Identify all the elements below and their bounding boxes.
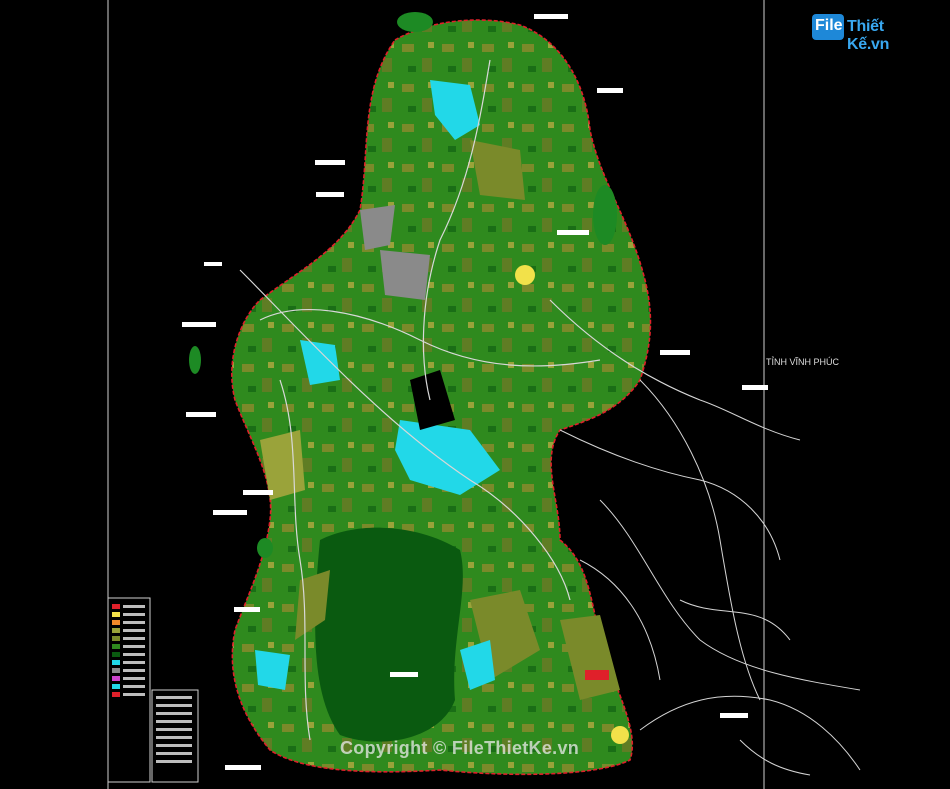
green-patch-sw [257, 538, 273, 558]
built-area-1 [360, 205, 395, 250]
green-patch-east [593, 185, 617, 245]
green-patch-west [189, 346, 201, 374]
urban-center-2 [611, 726, 629, 744]
filethietke-logo: File Thiết Kế.vn [812, 14, 922, 53]
urban-center-1 [515, 265, 535, 285]
legend-panel [107, 597, 199, 783]
province-label: TỈNH VĨNH PHÚC [766, 357, 840, 367]
built-area-2 [380, 250, 430, 300]
logo-rest-text: Thiết Kế.vn [847, 18, 890, 53]
planning-map[interactable] [0, 0, 950, 789]
green-patch-north [397, 12, 433, 32]
agri-patch-4 [260, 430, 305, 500]
copyright-watermark: Copyright © FileThietKe.vn [340, 738, 580, 758]
logo-file-text: File [815, 17, 843, 34]
lake-south-west [255, 650, 290, 690]
industrial-zone [585, 670, 609, 680]
forest-south [315, 527, 463, 742]
